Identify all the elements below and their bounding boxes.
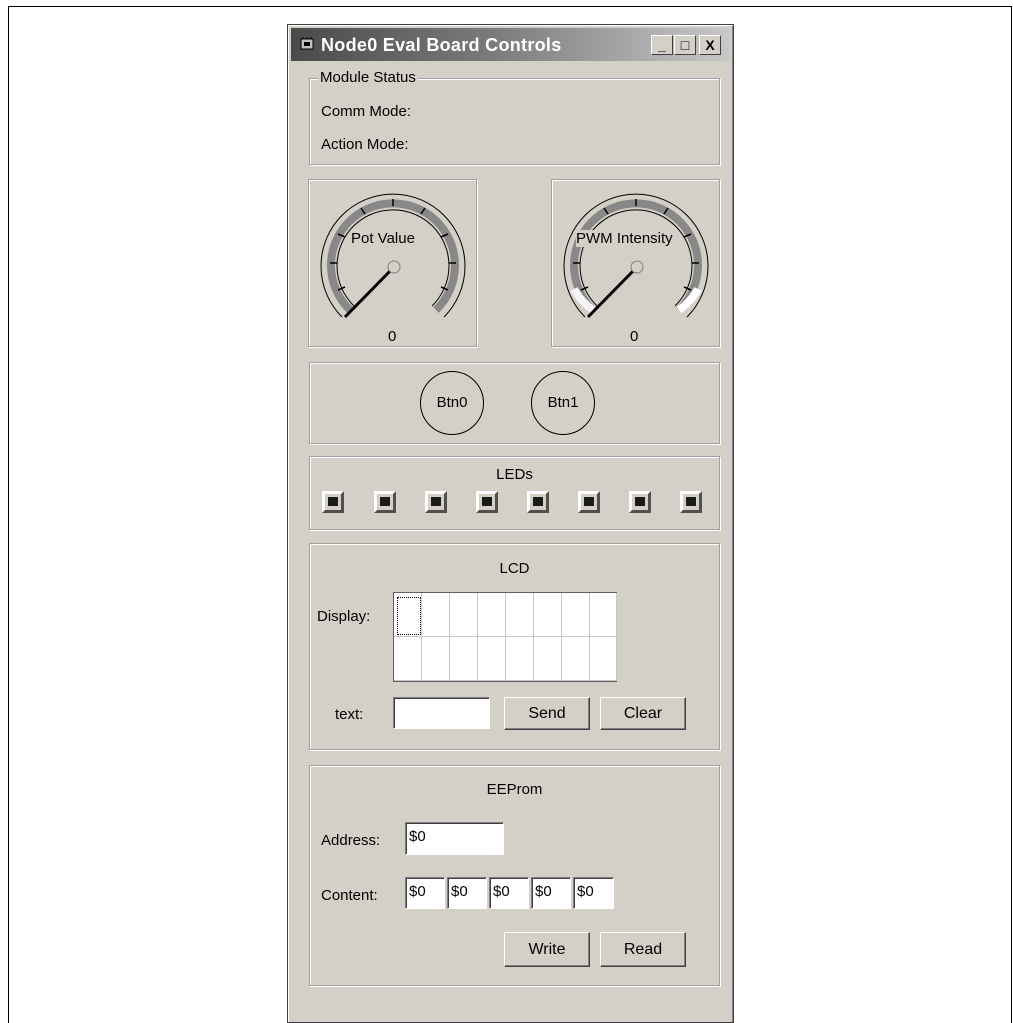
clear-button[interactable]: Clear	[600, 697, 686, 730]
lcd-title: LCD	[499, 560, 530, 577]
led-4[interactable]	[527, 491, 549, 513]
write-button[interactable]: Write	[504, 932, 590, 967]
window-title: Node0 Eval Board Controls	[321, 35, 562, 55]
action-mode-label: Action Mode:	[321, 136, 409, 153]
led-7[interactable]	[680, 491, 702, 513]
led-1[interactable]	[374, 491, 396, 513]
text-label: text:	[335, 706, 364, 723]
led-2[interactable]	[425, 491, 447, 513]
led-6[interactable]	[629, 491, 651, 513]
pot-gauge-dial	[320, 193, 466, 319]
lcd-cursor	[397, 597, 421, 635]
close-button[interactable]: X	[699, 35, 721, 55]
content-input-0[interactable]: $0	[405, 877, 445, 909]
pwm-gauge-label: PWM Intensity	[576, 230, 673, 247]
app-icon	[300, 37, 314, 50]
title-bar[interactable]: Node0 Eval Board Controls _ □ X	[291, 28, 730, 61]
content-input-1[interactable]: $0	[447, 877, 487, 909]
led-0[interactable]	[322, 491, 344, 513]
content-label: Content:	[321, 887, 378, 904]
buttons-panel	[309, 362, 720, 444]
leds-title: LEDs	[496, 466, 533, 483]
pwm-gauge-value: 0	[630, 328, 639, 345]
content-input-4[interactable]: $0	[573, 877, 614, 909]
pot-gauge-value: 0	[388, 328, 397, 345]
address-label: Address:	[321, 832, 381, 849]
maximize-button[interactable]: □	[674, 35, 696, 55]
lcd-text-input[interactable]	[393, 697, 490, 729]
led-5[interactable]	[578, 491, 600, 513]
btn1-indicator[interactable]: Btn1	[531, 371, 595, 435]
content-input-2[interactable]: $0	[489, 877, 529, 909]
btn0-indicator[interactable]: Btn0	[420, 371, 484, 435]
eeprom-title: EEProm	[486, 781, 543, 798]
comm-mode-label: Comm Mode:	[321, 103, 412, 120]
content-input-3[interactable]: $0	[531, 877, 571, 909]
pot-gauge-label: Pot Value	[351, 230, 415, 247]
send-button[interactable]: Send	[504, 697, 590, 730]
module-status-legend: Module Status	[318, 69, 418, 86]
minimize-button[interactable]: _	[651, 35, 673, 55]
led-3[interactable]	[476, 491, 498, 513]
display-label: Display:	[317, 608, 371, 625]
address-input[interactable]: $0	[405, 822, 504, 855]
lcd-display-grid	[393, 592, 617, 682]
pwm-gauge-dial	[563, 193, 709, 319]
read-button[interactable]: Read	[600, 932, 686, 967]
